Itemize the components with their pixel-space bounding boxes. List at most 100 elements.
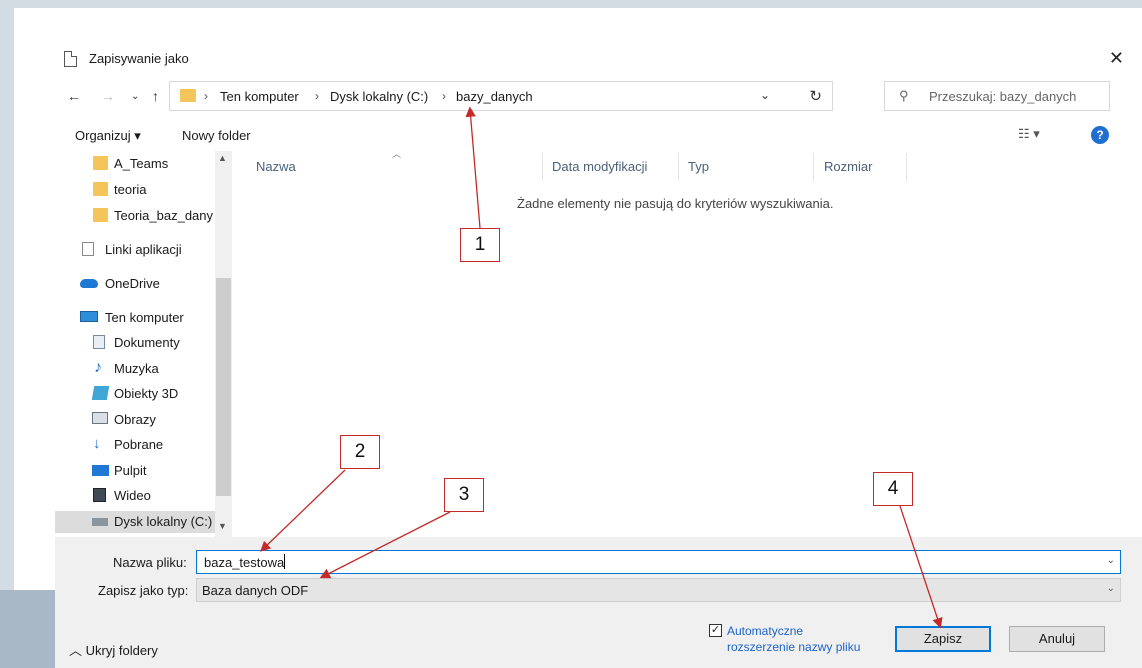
up-arrow-icon[interactable]: ↑ bbox=[152, 88, 159, 104]
annotation-label-1: 1 bbox=[460, 228, 500, 262]
page-icon bbox=[82, 242, 94, 256]
organize-button[interactable]: Organizuj ▾ bbox=[75, 128, 141, 144]
back-arrow-icon[interactable]: ← bbox=[67, 88, 81, 104]
desktop-icon bbox=[92, 465, 109, 476]
filename-input[interactable]: baza_testowa ⌄ bbox=[196, 550, 1121, 574]
sidebar-item-ten-komputer[interactable]: Ten komputer bbox=[55, 307, 215, 329]
column-header-type[interactable]: Typ bbox=[688, 159, 709, 174]
sidebar-item-pobrane[interactable]: ↓ Pobrane bbox=[55, 434, 215, 456]
breadcrumb-chevron-icon: › bbox=[315, 89, 319, 103]
sidebar-item-muzyka[interactable]: ♪ Muzyka bbox=[55, 358, 215, 380]
annotation-label-4: 4 bbox=[873, 472, 913, 506]
sidebar-item-label: Obrazy bbox=[114, 412, 156, 427]
sidebar-item-pulpit[interactable]: Pulpit bbox=[55, 460, 215, 482]
sidebar-item-teoria-baz-danych[interactable]: Teoria_baz_dany bbox=[55, 205, 215, 227]
text-caret bbox=[284, 554, 285, 569]
close-icon[interactable]: ✕ bbox=[1109, 48, 1124, 69]
sidebar-item-obrazy[interactable]: Obrazy bbox=[55, 409, 215, 431]
sidebar-item-a-teams[interactable]: A_Teams bbox=[55, 153, 215, 175]
auto-extension-checkbox[interactable]: ✓ bbox=[709, 624, 722, 637]
folder-icon bbox=[93, 156, 108, 170]
scroll-down-icon[interactable]: ▼ bbox=[218, 521, 227, 531]
chevron-up-icon: ︿ bbox=[69, 643, 83, 658]
sidebar-item-label: Linki aplikacji bbox=[105, 242, 182, 257]
save-type-value: Baza danych ODF bbox=[202, 583, 309, 598]
sidebar-item-label: Pulpit bbox=[114, 463, 147, 478]
background-frame-left-bottom bbox=[0, 590, 55, 668]
column-divider[interactable] bbox=[906, 153, 907, 181]
folder-icon bbox=[93, 208, 108, 222]
chevron-down-icon[interactable]: ⌄ bbox=[1107, 583, 1115, 594]
background-frame-left bbox=[0, 0, 14, 668]
sidebar-item-label: Ten komputer bbox=[105, 310, 184, 325]
column-header-name[interactable]: Nazwa bbox=[256, 159, 296, 174]
document-icon bbox=[64, 51, 77, 67]
cloud-icon bbox=[80, 279, 98, 288]
sidebar-item-linki-aplikacji[interactable]: Linki aplikacji bbox=[55, 239, 215, 261]
column-divider[interactable] bbox=[813, 153, 814, 181]
sidebar-item-obiekty-3d[interactable]: Obiekty 3D bbox=[55, 383, 215, 405]
column-header-size[interactable]: Rozmiar bbox=[824, 159, 872, 174]
filename-value: baza_testowa bbox=[204, 555, 285, 570]
breadcrumb-bazy-danych[interactable]: bazy_danych bbox=[456, 89, 533, 104]
sidebar-item-label: Pobrane bbox=[114, 437, 164, 452]
filename-label: Nazwa pliku: bbox=[113, 555, 187, 570]
address-dropdown-icon[interactable]: ⌄ bbox=[760, 88, 770, 102]
sidebar-scrollbar-thumb[interactable] bbox=[216, 278, 231, 496]
sidebar-item-label: Dysk lokalny (C:) bbox=[114, 514, 213, 529]
music-icon: ♪ bbox=[94, 359, 102, 376]
dialog-title: Zapisywanie jako bbox=[89, 51, 189, 66]
auto-extension-label-line2[interactable]: rozszerzenie nazwy pliku bbox=[727, 640, 860, 654]
computer-icon bbox=[80, 311, 98, 322]
forward-arrow-icon[interactable]: → bbox=[101, 88, 115, 104]
navigation-pane: A_Teams teoria Teoria_baz_dany Linki apl… bbox=[55, 151, 232, 537]
sidebar-item-label: teoria bbox=[114, 182, 147, 197]
download-icon: ↓ bbox=[93, 435, 101, 452]
sidebar-item-onedrive[interactable]: OneDrive bbox=[55, 273, 215, 295]
breadcrumb-chevron-icon: › bbox=[442, 89, 446, 103]
sidebar-item-label: Obiekty 3D bbox=[114, 386, 179, 401]
sort-ascending-icon: ︿ bbox=[392, 149, 402, 159]
save-type-label: Zapisz jako typ: bbox=[98, 583, 189, 598]
hide-folders-label: Ukryj foldery bbox=[85, 643, 158, 658]
sidebar-item-dokumenty[interactable]: Dokumenty bbox=[55, 332, 215, 354]
cancel-button[interactable]: Anuluj bbox=[1009, 626, 1105, 652]
save-button[interactable]: Zapisz bbox=[895, 626, 991, 652]
sidebar-item-dysk-lokalny[interactable]: Dysk lokalny (C:) bbox=[55, 511, 232, 533]
sidebar-item-label: OneDrive bbox=[105, 276, 160, 291]
column-divider[interactable] bbox=[678, 153, 679, 181]
search-icon: ⚲ bbox=[899, 88, 909, 103]
search-box[interactable]: ⚲ Przeszukaj: bazy_danych bbox=[884, 81, 1110, 111]
annotation-label-2: 2 bbox=[340, 435, 380, 469]
column-divider[interactable] bbox=[542, 153, 543, 181]
search-placeholder: Przeszukaj: bazy_danych bbox=[929, 89, 1077, 104]
chevron-down-icon[interactable]: ⌄ bbox=[1107, 555, 1115, 566]
video-icon bbox=[93, 488, 106, 502]
folder-icon bbox=[93, 182, 108, 196]
breadcrumb-ten-komputer[interactable]: Ten komputer bbox=[220, 89, 299, 104]
hide-folders-button[interactable]: ︿ Ukryj foldery bbox=[69, 640, 158, 659]
folder-icon bbox=[180, 89, 196, 102]
breadcrumb-chevron-icon: › bbox=[204, 89, 208, 103]
breadcrumb-dysk-lokalny[interactable]: Dysk lokalny (C:) bbox=[330, 89, 428, 104]
sidebar-item-label: Dokumenty bbox=[114, 335, 180, 350]
background-frame-top bbox=[0, 0, 1142, 8]
sidebar-item-wideo[interactable]: Wideo bbox=[55, 485, 215, 507]
column-header-date[interactable]: Data modyfikacji bbox=[552, 159, 647, 174]
save-type-select[interactable]: Baza danych ODF ⌄ bbox=[196, 578, 1121, 602]
pictures-icon bbox=[92, 412, 108, 424]
documents-icon bbox=[93, 335, 105, 349]
help-icon[interactable]: ? bbox=[1091, 126, 1109, 144]
address-bar[interactable]: › Ten komputer › Dysk lokalny (C:) › baz… bbox=[169, 81, 833, 111]
objects-3d-icon bbox=[91, 386, 110, 400]
sidebar-item-label: Muzyka bbox=[114, 361, 159, 376]
auto-extension-label-line1[interactable]: Automatyczne bbox=[727, 624, 803, 638]
refresh-icon[interactable]: ↻ bbox=[809, 87, 822, 105]
new-folder-button[interactable]: Nowy folder bbox=[182, 128, 251, 143]
sidebar-item-label: Teoria_baz_dany bbox=[114, 208, 214, 223]
view-options-icon[interactable]: ☷ ▾ bbox=[1018, 126, 1040, 142]
scroll-up-icon[interactable]: ▲ bbox=[218, 153, 227, 163]
sidebar-item-teoria[interactable]: teoria bbox=[55, 179, 215, 201]
recent-locations-chevron-icon[interactable]: ⌄ bbox=[131, 91, 139, 102]
sidebar-item-label: A_Teams bbox=[114, 156, 169, 171]
